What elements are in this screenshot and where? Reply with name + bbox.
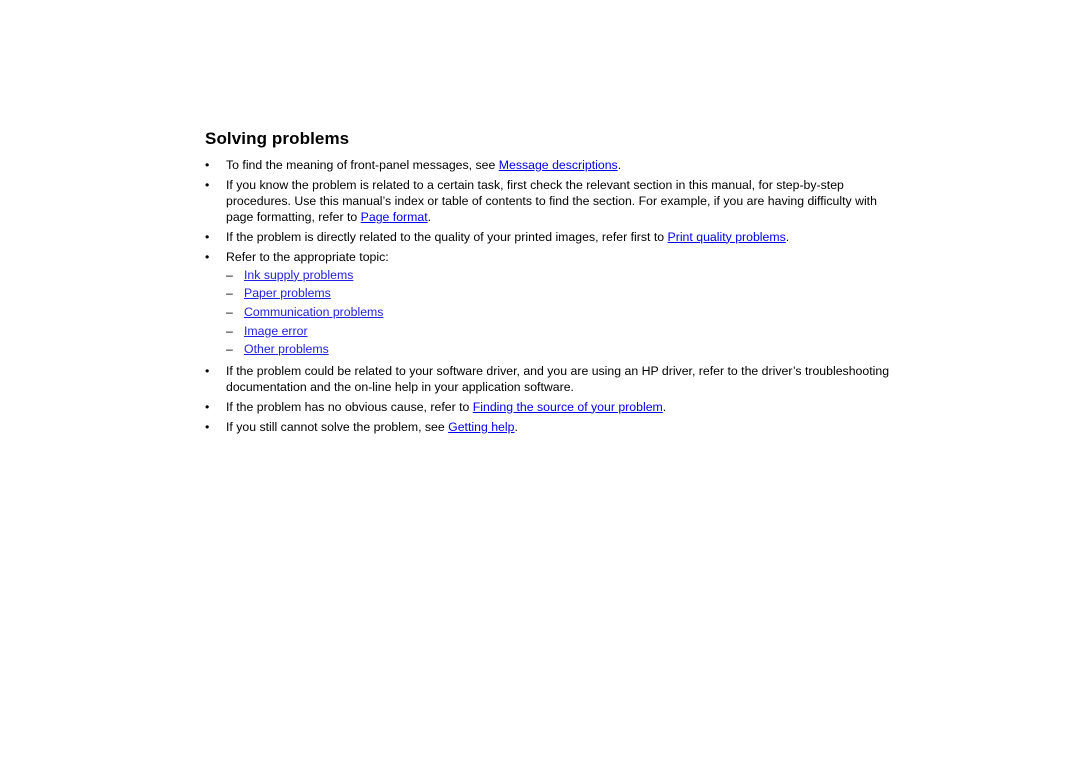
link-page-format[interactable]: Page format: [361, 210, 428, 224]
solving-problems-bullet-list: • To find the meaning of front-panel mes…: [205, 158, 895, 435]
dash-marker-icon: –: [226, 323, 233, 338]
list-item: • If the problem has no obvious cause, r…: [205, 400, 895, 416]
link-getting-help[interactable]: Getting help: [448, 420, 514, 434]
dash-marker-icon: –: [226, 305, 233, 320]
list-item-text: If the problem is directly related to th…: [226, 230, 789, 244]
list-item-text: If the problem could be related to your …: [226, 363, 890, 394]
page-title: Solving problems: [205, 129, 350, 148]
list-item: – Ink supply problems: [226, 266, 895, 285]
list-item-text-after: .: [785, 229, 790, 244]
bullet-marker-icon: •: [205, 158, 210, 172]
list-item-text-after: .: [662, 399, 667, 414]
dash-marker-icon: –: [226, 342, 233, 357]
dash-marker-icon: –: [226, 286, 233, 301]
list-item-text: To find the meaning of front-panel messa…: [226, 158, 621, 172]
list-item: – Other problems: [226, 340, 895, 359]
link-image-error[interactable]: Image error: [244, 324, 308, 338]
list-item: – Image error: [226, 322, 895, 341]
bullet-marker-icon: •: [205, 177, 210, 192]
link-communication-problems[interactable]: Communication problems: [244, 305, 383, 319]
list-item-text: Refer to the appropriate topic:: [226, 249, 389, 264]
list-item-text-before: If you know the problem is related to a …: [226, 177, 877, 224]
list-item: • Refer to the appropriate topic: – Ink …: [205, 250, 895, 359]
list-item: • If you know the problem is related to …: [205, 178, 895, 225]
list-item-text: If you know the problem is related to a …: [226, 178, 877, 224]
bullet-marker-icon: •: [205, 229, 210, 244]
list-item-text: If you still cannot solve the problem, s…: [226, 420, 518, 434]
list-item-text-before: If the problem has no obvious cause, ref…: [226, 399, 473, 414]
list-item: • If the problem is directly related to …: [205, 230, 895, 246]
link-finding-the-source-of-your-problem[interactable]: Finding the source of your problem: [473, 400, 663, 414]
list-item-text-before: If the problem is directly related to th…: [226, 229, 668, 244]
bullet-marker-icon: •: [205, 419, 210, 434]
bullet-marker-icon: •: [205, 363, 210, 378]
dash-marker-icon: –: [226, 267, 233, 282]
list-item: • If the problem could be related to you…: [205, 364, 895, 396]
bullet-marker-icon: •: [205, 399, 210, 414]
link-ink-supply-problems[interactable]: Ink supply problems: [244, 268, 353, 282]
link-message-descriptions[interactable]: Message descriptions: [499, 158, 618, 172]
list-item: – Communication problems: [226, 303, 895, 322]
topic-sub-list: – Ink supply problems – Paper problems –…: [226, 266, 895, 359]
list-item-text-after: .: [514, 419, 518, 434]
document-page: Solving problems • To find the meaning o…: [0, 0, 1080, 763]
document-content: Solving problems • To find the meaning o…: [205, 129, 895, 440]
bullet-marker-icon: •: [205, 249, 210, 264]
link-print-quality-problems[interactable]: Print quality problems: [668, 230, 786, 244]
list-item-text-before: If you still cannot solve the problem, s…: [226, 419, 449, 434]
list-item: • To find the meaning of front-panel mes…: [205, 158, 895, 174]
list-item-text-before: To find the meaning of front-panel messa…: [226, 158, 499, 172]
link-other-problems[interactable]: Other problems: [244, 342, 329, 356]
list-item-text-after: .: [427, 209, 432, 224]
list-item: – Paper problems: [226, 284, 895, 303]
link-paper-problems[interactable]: Paper problems: [244, 286, 331, 300]
list-item-text: If the problem has no obvious cause, ref…: [226, 400, 666, 414]
list-item: • If you still cannot solve the problem,…: [205, 420, 895, 436]
list-item-text-after: .: [617, 158, 622, 172]
